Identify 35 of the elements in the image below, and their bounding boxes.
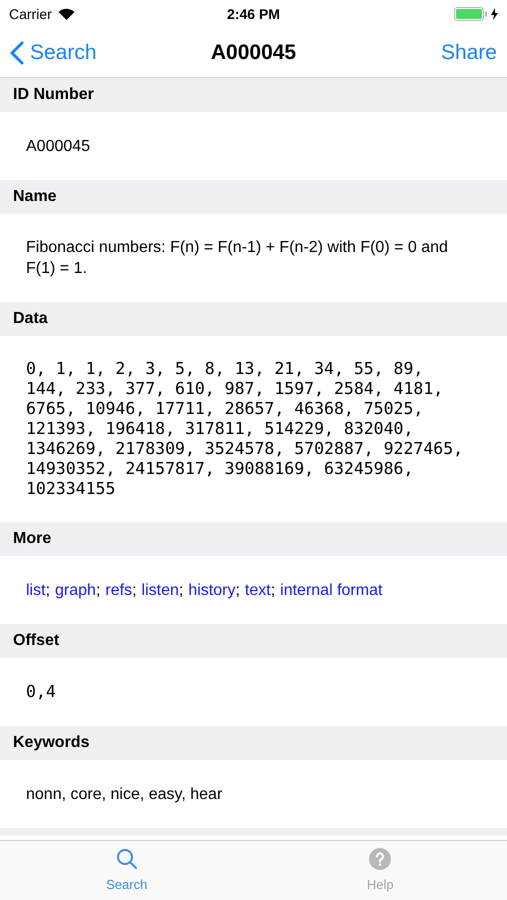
link-separator: ; [46, 580, 50, 600]
link[interactable]: history [188, 580, 236, 600]
link[interactable]: listen [142, 580, 179, 600]
section-text: A000045 [26, 136, 92, 156]
link-separator: ; [132, 580, 137, 600]
search-icon [114, 846, 139, 871]
help-icon [368, 846, 392, 871]
section-header: More [0, 522, 507, 556]
section-text: Fibonacci numbers: F(n) = F(n-1) + F(n-2) with F(0) = 0 and F(1) = 1. [26, 238, 449, 279]
link-separator: ; [270, 580, 276, 600]
carrier-label: Carrier [9, 4, 52, 24]
section-mono-text: 0, 1, 1, 2, 3, 5, 8, 13, 21, 34, 55, 89, 144, 233, 377, 610, 987, 1597, 2584, 4181, 6765, 10946, 17711, 28657, 46368, 75025, 121393, 196418, 317811, 514229, 832040, 1346269, 2178309, 3524578, 5702887, 9227465, 14930352, 24157817, 39088169, 63245986, 102334155 [26, 359, 464, 499]
status-time: 2:46 PM [227, 4, 280, 24]
link[interactable]: text [244, 580, 271, 600]
link[interactable]: internal format [280, 580, 382, 600]
link[interactable]: list [26, 580, 46, 600]
link-separator: ; [96, 580, 100, 600]
share-button[interactable]: Share [440, 36, 497, 68]
link[interactable]: refs [105, 580, 132, 600]
charging-icon [491, 8, 498, 20]
back-chevron-icon [10, 40, 24, 64]
link[interactable]: graph [55, 580, 96, 600]
section-header: Data [0, 302, 507, 336]
link-separator: ; [178, 580, 184, 600]
back-button[interactable]: Search [10, 36, 97, 68]
section-header: Keywords [0, 726, 507, 760]
section-header: Name [0, 180, 507, 214]
link-separator: ; [235, 580, 240, 600]
section-header: ID Number [0, 78, 507, 112]
section-header: Offset [0, 624, 507, 658]
section-text: nonn, core, nice, easy, hear [26, 784, 224, 804]
battery-icon [454, 7, 488, 21]
section-mono-text: 0,4 [26, 682, 57, 702]
nav-title: A000045 [210, 40, 296, 66]
wifi-icon [58, 8, 75, 20]
